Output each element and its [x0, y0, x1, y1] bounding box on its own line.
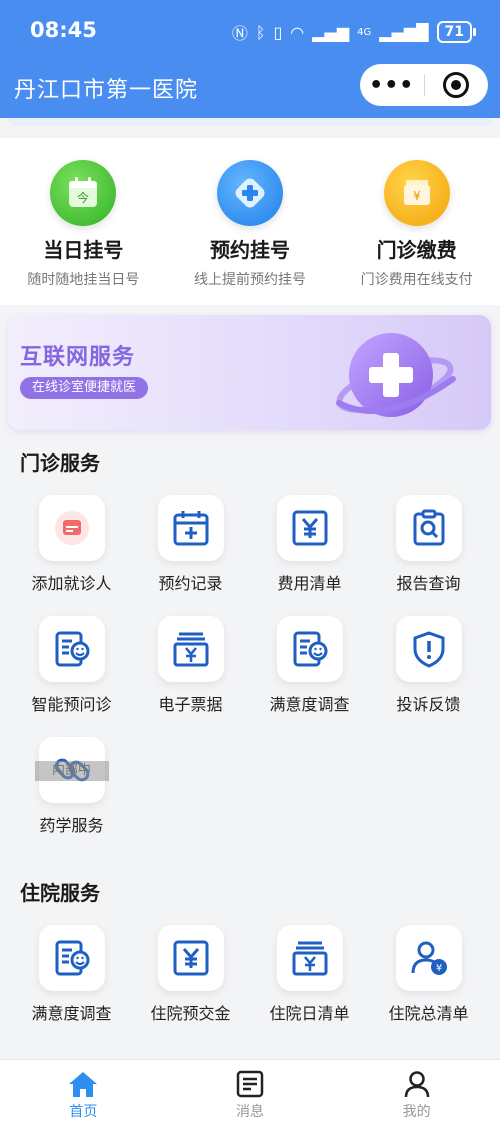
status-icons: Ⓝ ᛒ ▯ ◠ ▂▄▆ 4G ▂▄▆█ 71 — [231, 20, 477, 44]
service-label: 费用清单 — [277, 574, 342, 593]
outpatient-satisfaction-survey[interactable]: 满意度调查 — [247, 616, 372, 715]
medical-cross-icon — [217, 160, 283, 226]
signal-icon: ▂▄▆ — [312, 22, 350, 42]
bluetooth-icon: ᛒ — [255, 22, 266, 42]
outpatient-add-patient[interactable]: 添加就诊人 — [9, 495, 134, 594]
quick-actions: 今 当日挂号 随时随地挂当日号 预约挂号 线上提前预约挂号 ¥ 门诊缴费 门诊费… — [0, 138, 500, 305]
battery-icon: 71 — [436, 21, 477, 43]
inpatient-satisfaction-survey[interactable]: 满意度调查 — [9, 925, 134, 1024]
quick-title: 预约挂号 — [210, 238, 290, 262]
home-icon — [69, 1072, 98, 1097]
banner-tag: 在线诊室便捷就医 — [20, 377, 149, 399]
yuan-bill-icon — [157, 925, 224, 991]
daily-list-icon — [276, 925, 343, 991]
outpatient-section-title: 门诊服务 — [20, 451, 100, 475]
vibrate-icon: ▯ — [273, 22, 283, 42]
complaint-shield-icon — [395, 616, 462, 682]
service-label: 药学服务 — [39, 816, 104, 835]
service-label: 满意度调查 — [31, 1004, 112, 1023]
tab-label: 消息 — [236, 1104, 264, 1120]
message-icon — [236, 1070, 264, 1098]
mini-program-capsule: ••• — [360, 64, 488, 106]
tab-label: 首页 — [69, 1104, 98, 1120]
outpatient-complaint-feedback[interactable]: 投诉反馈 — [366, 616, 491, 715]
inpatient-daily-list[interactable]: 住院日清单 — [247, 925, 372, 1024]
tab-label: 我的 — [402, 1104, 431, 1120]
more-menu-button[interactable]: ••• — [360, 73, 424, 98]
header: 08:45 Ⓝ ᛒ ▯ ◠ ▂▄▆ 4G ▂▄▆█ 71 丹江口市第一医院 ••… — [0, 0, 500, 118]
service-label: 住院日清单 — [269, 1004, 350, 1023]
bottom-tab-bar: 首页 消息 我的 — [0, 1059, 500, 1129]
smart-consult-icon — [38, 616, 105, 682]
svg-text:¥: ¥ — [435, 963, 441, 974]
status-time: 08:45 — [30, 18, 97, 42]
tab-home[interactable]: 首页 — [0, 1060, 167, 1129]
quick-today-register[interactable]: 今 当日挂号 随时随地挂当日号 — [0, 138, 167, 305]
tab-profile[interactable]: 我的 — [333, 1060, 500, 1129]
service-label: 满意度调查 — [269, 695, 350, 714]
quick-outpatient-payment[interactable]: ¥ 门诊缴费 门诊费用在线支付 — [333, 138, 500, 305]
inpatient-prepayment[interactable]: 住院预交金 — [128, 925, 253, 1024]
signal-icon-2: ▂▄▆█ — [379, 22, 429, 42]
yuan-bill-icon — [276, 495, 343, 561]
outpatient-pharmacy-service[interactable]: 内部中 药学服务 — [9, 737, 134, 836]
pill-icon: 内部中 — [34, 737, 109, 803]
survey-icon — [38, 925, 105, 991]
inpatient-total-list[interactable]: ¥ 住院总清单 — [366, 925, 491, 1024]
quick-title: 当日挂号 — [43, 238, 124, 262]
service-label: 投诉反馈 — [396, 695, 461, 714]
payment-icon: ¥ — [383, 160, 450, 226]
banner-title: 互联网服务 — [20, 345, 136, 370]
survey-icon — [276, 616, 343, 682]
target-icon — [443, 72, 470, 98]
e-receipt-icon — [157, 616, 224, 682]
outpatient-fee-list[interactable]: 费用清单 — [247, 495, 372, 594]
today-glyph: 今 — [77, 190, 89, 205]
wifi-icon: ◠ — [290, 22, 305, 42]
service-label: 住院总清单 — [388, 1004, 469, 1023]
nfc-icon: Ⓝ — [231, 24, 248, 43]
outpatient-report-query[interactable]: 报告查询 — [366, 495, 491, 594]
add-patient-card-icon — [38, 495, 105, 561]
service-label: 预约记录 — [158, 574, 223, 593]
scroll-remnant — [0, 118, 500, 138]
medical-planet-icon — [336, 333, 456, 417]
service-label: 报告查询 — [396, 574, 461, 593]
calendar-add-icon — [157, 495, 224, 561]
tab-messages[interactable]: 消息 — [167, 1060, 334, 1129]
quick-subtitle: 门诊费用在线支付 — [360, 272, 473, 288]
outpatient-smart-consult[interactable]: 智能预问诊 — [9, 616, 134, 715]
quick-appointment-register[interactable]: 预约挂号 线上提前预约挂号 — [167, 138, 334, 305]
page-title: 丹江口市第一医院 — [14, 78, 199, 103]
service-label: 添加就诊人 — [31, 574, 112, 593]
service-label: 智能预问诊 — [31, 695, 112, 714]
service-label: 住院预交金 — [150, 1004, 231, 1023]
calendar-today-icon: 今 — [50, 160, 117, 226]
quick-subtitle: 线上提前预约挂号 — [194, 272, 306, 288]
total-list-icon: ¥ — [395, 925, 462, 991]
quick-subtitle: 随时随地挂当日号 — [27, 272, 140, 288]
service-label: 电子票据 — [158, 695, 223, 714]
in-development-watermark: 内部中 — [34, 761, 109, 781]
network-type: 4G — [357, 26, 372, 38]
outpatient-appointment-records[interactable]: 预约记录 — [128, 495, 253, 594]
status-bar: 08:45 Ⓝ ᛒ ▯ ◠ ▂▄▆ 4G ▂▄▆█ 71 — [0, 0, 500, 62]
internet-service-banner[interactable]: 互联网服务 在线诊室便捷就医 — [8, 315, 491, 430]
close-mini-program-button[interactable] — [425, 72, 489, 98]
profile-icon — [404, 1071, 429, 1098]
outpatient-e-receipt[interactable]: 电子票据 — [128, 616, 253, 715]
quick-title: 门诊缴费 — [376, 238, 457, 262]
inpatient-section-title: 住院服务 — [20, 881, 100, 905]
yuan-glyph: ¥ — [413, 189, 421, 203]
report-search-icon — [395, 495, 462, 561]
